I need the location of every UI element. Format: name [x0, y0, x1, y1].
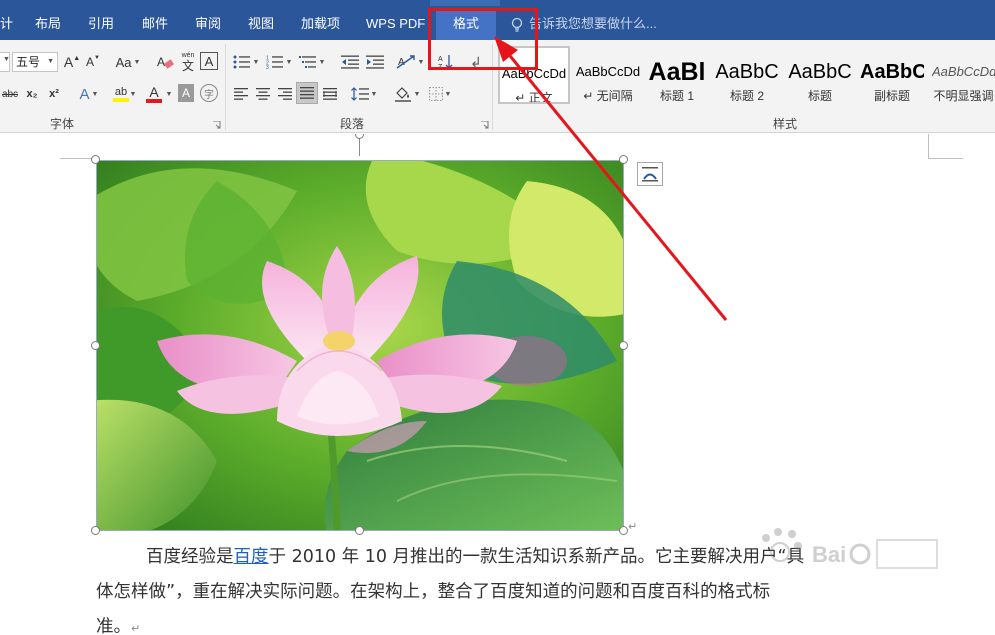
align-center-icon	[256, 88, 270, 100]
margin-guide	[928, 158, 963, 159]
svg-text:A: A	[157, 55, 165, 69]
change-case-button[interactable]: Aa ▼	[112, 52, 144, 72]
shrink-font-button[interactable]: A ▼	[84, 52, 102, 72]
borders-button[interactable]: ▼	[425, 83, 455, 105]
bullets-button[interactable]: ▼	[231, 52, 261, 72]
line-spacing-icon	[350, 87, 369, 101]
font-name-box[interactable]: ▼	[0, 52, 10, 72]
line-spacing-button[interactable]: ▼	[348, 84, 380, 104]
resize-handle-top-left[interactable]	[91, 155, 100, 164]
shading-button[interactable]: ▼	[392, 83, 422, 105]
character-shading-button[interactable]: A	[178, 84, 194, 102]
subscript-button[interactable]: x₂	[22, 84, 42, 104]
clear-formatting-button[interactable]: A	[156, 50, 176, 74]
bulleted-list-icon	[233, 55, 250, 69]
highlight-dropdown[interactable]: ▼	[128, 88, 138, 100]
baidu-link[interactable]: 百度	[234, 547, 269, 567]
style-subtle-emphasis[interactable]: AaBbCcDd 不明显强调	[932, 46, 995, 104]
tell-me-placeholder: 告诉我您想要做什么...	[529, 16, 657, 31]
margin-guide	[928, 134, 929, 158]
font-dialog-launcher-icon[interactable]	[213, 121, 221, 129]
layout-options-icon	[642, 167, 658, 182]
layout-options-button[interactable]	[637, 162, 663, 186]
style-subtitle[interactable]: AaBbC 副标题	[860, 46, 924, 104]
numbered-list-icon: 1 2 3	[266, 56, 283, 69]
resize-handle-top-right[interactable]	[619, 155, 628, 164]
tab-mailings[interactable]: 邮件	[142, 10, 168, 40]
lotus-photo	[97, 161, 623, 530]
chevron-down-icon: ▼	[47, 58, 54, 65]
text-effects-button[interactable]: A ▼	[74, 83, 104, 105]
increase-indent-icon	[366, 55, 384, 69]
baidu-jingyan-watermark: Bai	[762, 528, 938, 569]
tab-design[interactable]: 计	[0, 10, 13, 40]
decrease-indent-icon	[341, 55, 359, 69]
tab-wps-pdf[interactable]: WPS PDF	[366, 10, 425, 40]
align-right-icon	[278, 88, 292, 100]
chinese-layout-button[interactable]: A ▼	[394, 52, 426, 72]
distributed-button[interactable]	[320, 84, 340, 104]
style-heading-2[interactable]: AaBbC 标题 2	[715, 46, 779, 104]
justify-icon	[300, 87, 314, 99]
align-left-icon	[234, 88, 248, 100]
tab-review[interactable]: 审阅	[195, 10, 221, 40]
align-center-button[interactable]	[253, 84, 273, 104]
font-size-select[interactable]: 五号 ▼	[12, 52, 58, 72]
style-heading-1[interactable]: AaBl 标题 1	[646, 46, 708, 104]
style-no-spacing[interactable]: AaBbCcDd ↵ 无间隔	[572, 46, 644, 104]
tab-view[interactable]: 视图	[248, 10, 274, 40]
tab-addins[interactable]: 加载项	[301, 10, 340, 40]
resize-handle-bottom-left[interactable]	[91, 526, 100, 535]
font-size-value: 五号	[16, 55, 41, 69]
highlight-swatch	[113, 98, 129, 102]
align-right-button[interactable]	[275, 84, 295, 104]
styles-group-label: 样式	[773, 117, 798, 131]
chinese-layout-icon: A	[396, 55, 415, 69]
document-canvas[interactable]: ↵ 百度经验是百度于 2010 年 10 月推出的一款生活知识系新产品。它主要解…	[0, 134, 995, 635]
multilevel-list-icon	[298, 56, 316, 68]
phonetic-guide-button[interactable]: wén 文	[178, 49, 198, 73]
grow-font-button[interactable]: A ▲	[63, 52, 81, 72]
paint-bucket-icon	[394, 87, 411, 102]
font-color-swatch	[146, 99, 162, 103]
lotus-image[interactable]	[96, 160, 624, 531]
rotate-handle[interactable]	[355, 134, 364, 139]
decrease-indent-button[interactable]	[339, 52, 361, 72]
annotation-highlight-box	[428, 8, 538, 70]
svg-text:3: 3	[266, 65, 269, 69]
increase-indent-button[interactable]	[364, 52, 386, 72]
resize-handle-bottom[interactable]	[355, 526, 364, 535]
superscript-button[interactable]: x²	[44, 84, 64, 104]
contextual-tab-header	[430, 0, 500, 6]
resize-handle-right[interactable]	[619, 341, 628, 350]
font-color-dropdown[interactable]: ▼	[164, 88, 174, 100]
paragraph-dialog-launcher-icon[interactable]	[481, 121, 489, 129]
font-color-button[interactable]: A	[142, 83, 166, 105]
resize-handle-bottom-right[interactable]	[619, 526, 628, 535]
eraser-icon: A	[157, 55, 174, 69]
numbering-button[interactable]: 1 2 3 ▼	[264, 52, 294, 72]
body-paragraph-line-1: 百度经验是百度于 2010 年 10 月推出的一款生活知识系新产品。它主要解决用…	[146, 547, 805, 567]
font-group-label: 字体	[50, 117, 75, 131]
window-title-fragment: ▔▔▔▔ ▔▔▔	[170, 0, 238, 6]
multilevel-list-button[interactable]: ▼	[297, 52, 327, 72]
body-paragraph-line-3: 准。↵	[96, 617, 141, 635]
align-left-button[interactable]	[231, 84, 251, 104]
styles-gallery: AaBbCcDd ↵ 正文 AaBbCcDd ↵ 无间隔 AaBl 标题 1 A…	[496, 46, 995, 106]
paragraph-mark: ↵	[628, 521, 638, 533]
svg-text:Bai: Bai	[812, 542, 846, 567]
group-separator	[225, 44, 226, 130]
character-border-button[interactable]: A	[200, 52, 218, 70]
paragraph-group-label: 段落	[340, 117, 365, 131]
enclose-characters-button[interactable]: 字	[200, 84, 218, 102]
style-title[interactable]: AaBbC 标题	[788, 46, 852, 104]
distributed-icon	[323, 88, 337, 100]
justify-button[interactable]	[296, 82, 318, 104]
borders-icon	[428, 87, 443, 101]
tab-references[interactable]: 引用	[88, 10, 114, 40]
strikethrough-button[interactable]: abc	[0, 84, 20, 104]
tab-layout[interactable]: 布局	[35, 10, 61, 40]
resize-handle-left[interactable]	[91, 341, 100, 350]
body-paragraph-line-2: 体怎样做”，重在解决实际问题。在架构上，整合了百度知道的问题和百度百科的格式标	[96, 582, 771, 602]
